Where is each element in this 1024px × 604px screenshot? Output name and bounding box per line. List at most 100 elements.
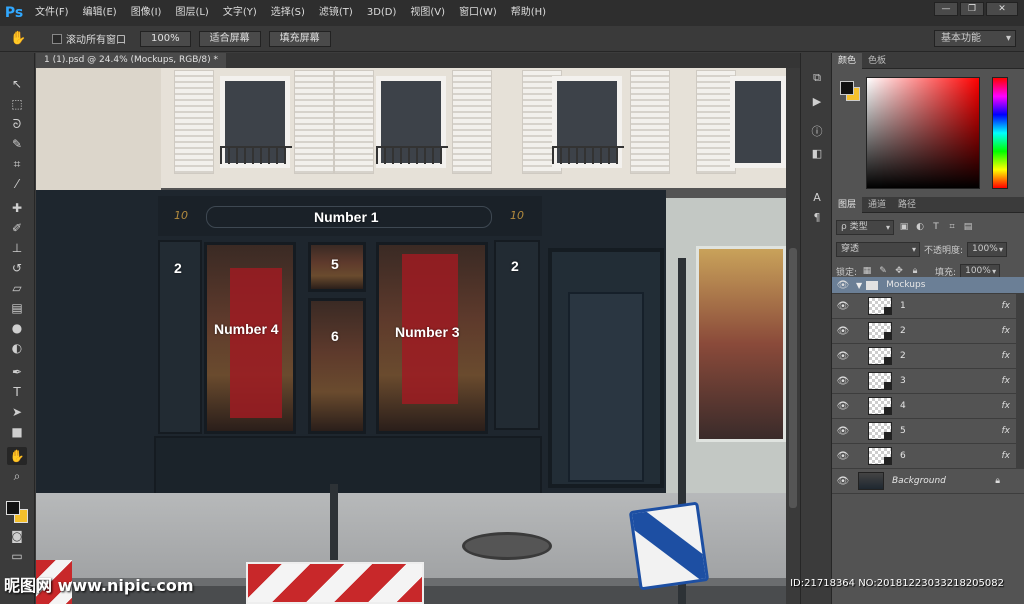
menu-help[interactable]: 帮助(H) <box>504 0 553 26</box>
menu-edit[interactable]: 编辑(E) <box>76 0 124 26</box>
menu-view[interactable]: 视图(V) <box>403 0 452 26</box>
history-brush-tool-icon[interactable]: ↺ <box>7 259 27 277</box>
hand-tool-icon[interactable]: ✋ <box>10 31 36 46</box>
document-tab[interactable]: 1 (1).psd @ 24.4% (Mockups, RGB/8) * <box>36 53 227 68</box>
blur-tool-icon[interactable]: ● <box>7 319 27 337</box>
history-panel-icon[interactable]: ⧉ <box>808 71 826 87</box>
workspace-select[interactable]: 基本功能 <box>934 30 1016 47</box>
menu-filter[interactable]: 滤镜(T) <box>312 0 360 26</box>
opacity-input[interactable]: 100% <box>967 241 1008 257</box>
menu-window[interactable]: 窗口(W) <box>452 0 504 26</box>
scroll-all-checkbox[interactable] <box>52 33 62 44</box>
gradient-tool-icon[interactable]: ▤ <box>7 299 27 317</box>
fx-icon[interactable]: fx <box>1002 301 1011 311</box>
blend-mode-select[interactable]: 穿透 <box>836 241 920 257</box>
fx-icon[interactable]: fx <box>1002 326 1011 336</box>
document-canvas[interactable]: 10 10 Number 1 2 2 5 Number 4 6 Number 3 <box>36 68 786 604</box>
layer-filter-select[interactable]: ρ 类型 <box>836 219 894 235</box>
visibility-eye-icon[interactable]: 👁︎ <box>832 426 854 437</box>
filter-pixel-icon[interactable]: ▣ <box>898 222 910 232</box>
fx-icon[interactable]: fx <box>1002 426 1011 436</box>
layer-group-mockups[interactable]: 👁︎ ▼ Mockups <box>832 277 1024 294</box>
visibility-eye-icon[interactable]: 👁︎ <box>832 376 854 387</box>
screen-mode-icon[interactable]: ▭ <box>7 547 27 565</box>
menu-3d[interactable]: 3D(D) <box>360 0 404 26</box>
tab-color[interactable]: 颜色 <box>832 52 863 69</box>
menu-image[interactable]: 图像(I) <box>124 0 169 26</box>
type-tool-icon[interactable]: T <box>7 383 27 401</box>
tab-layers[interactable]: 图层 <box>832 196 863 213</box>
layer-row[interactable]: 👁︎ 6 fx <box>832 444 1024 469</box>
layer-row[interactable]: 👁︎ 3 fx <box>832 369 1024 394</box>
dodge-tool-icon[interactable]: ◐ <box>7 339 27 357</box>
eyedropper-tool-icon[interactable]: ⁄ <box>7 175 27 193</box>
menu-type[interactable]: 文字(Y) <box>216 0 264 26</box>
character-panel-icon[interactable]: A <box>808 191 826 207</box>
lock-all-icon[interactable]: 🔒︎ <box>909 266 921 276</box>
hand-tool-panel-icon[interactable]: ✋ <box>7 447 27 465</box>
fill-screen-button[interactable]: 填充屏幕 <box>268 30 331 47</box>
quick-mask-icon[interactable]: ◙ <box>7 527 27 545</box>
lock-position-icon[interactable]: ✥ <box>893 266 905 276</box>
visibility-eye-icon[interactable]: 👁︎ <box>832 351 854 362</box>
visibility-eye-icon[interactable]: 👁︎ <box>832 401 854 412</box>
color-spectrum-field[interactable] <box>866 77 980 189</box>
actions-panel-icon[interactable]: ▶ <box>808 95 826 111</box>
filter-smart-icon[interactable]: ▤ <box>962 222 974 232</box>
filter-shape-icon[interactable]: ⌗ <box>946 222 958 232</box>
close-button[interactable]: ✕ <box>986 2 1018 16</box>
path-select-tool-icon[interactable]: ➤ <box>7 403 27 421</box>
layer-row[interactable]: 👁︎ 2 fx <box>832 344 1024 369</box>
canvas-vertical-scrollbar[interactable] <box>786 68 800 604</box>
visibility-eye-icon[interactable]: 👁︎ <box>832 451 854 462</box>
move-tool-icon[interactable]: ↖ <box>7 75 27 93</box>
fx-icon[interactable]: fx <box>1002 401 1011 411</box>
visibility-eye-icon[interactable]: 👁︎ <box>832 280 854 291</box>
menu-layer[interactable]: 图层(L) <box>168 0 215 26</box>
brush-tool-icon[interactable]: ✐ <box>7 219 27 237</box>
layer-row[interactable]: 👁︎ 1 fx <box>832 294 1024 319</box>
pen-tool-icon[interactable]: ✒ <box>7 363 27 381</box>
zoom-100-button[interactable]: 100% <box>140 30 191 47</box>
filter-adjust-icon[interactable]: ◐ <box>914 222 926 232</box>
eraser-tool-icon[interactable]: ▱ <box>7 279 27 297</box>
restore-button[interactable]: ❐ <box>960 2 984 16</box>
layer-row[interactable]: 👁︎ 5 fx <box>832 419 1024 444</box>
chevron-down-icon[interactable]: ▼ <box>856 281 862 290</box>
zoom-tool-icon[interactable]: ⌕ <box>7 467 27 485</box>
layer-row[interactable]: 👁︎ 4 fx <box>832 394 1024 419</box>
color-panel-foreground-swatch[interactable] <box>840 81 854 95</box>
info-panel-icon[interactable]: ⓘ <box>808 123 826 139</box>
quick-select-tool-icon[interactable]: ✎ <box>7 135 27 153</box>
healing-brush-tool-icon[interactable]: ✚ <box>7 199 27 217</box>
minimize-button[interactable]: — <box>934 2 958 16</box>
layer-row-background[interactable]: 👁︎ Background 🔒︎ <box>832 469 1024 494</box>
fit-screen-button[interactable]: 适合屏幕 <box>198 30 261 47</box>
tab-channels[interactable]: 通道 <box>862 197 892 213</box>
marquee-tool-icon[interactable]: ⬚ <box>7 95 27 113</box>
lock-transparency-icon[interactable]: ▦ <box>861 266 873 276</box>
layer-row[interactable]: 👁︎ 2 fx <box>832 319 1024 344</box>
fx-icon[interactable]: fx <box>1002 351 1011 361</box>
tab-swatches[interactable]: 色板 <box>862 53 892 69</box>
lasso-tool-icon[interactable]: ᘐ <box>7 115 27 133</box>
fx-icon[interactable]: fx <box>1002 376 1011 386</box>
adjustments-panel-icon[interactable]: ◧ <box>808 147 826 163</box>
menu-select[interactable]: 选择(S) <box>264 0 312 26</box>
visibility-eye-icon[interactable]: 👁︎ <box>832 301 854 312</box>
tab-paths[interactable]: 路径 <box>892 197 922 213</box>
fx-icon[interactable]: fx <box>1002 451 1011 461</box>
bollard <box>330 484 338 560</box>
visibility-eye-icon[interactable]: 👁︎ <box>832 476 854 487</box>
clone-stamp-tool-icon[interactable]: ⊥ <box>7 239 27 257</box>
shape-tool-icon[interactable]: ■ <box>7 423 27 441</box>
visibility-eye-icon[interactable]: 👁︎ <box>832 326 854 337</box>
paragraph-panel-icon[interactable]: ¶ <box>808 211 826 227</box>
foreground-color-swatch[interactable] <box>6 501 20 515</box>
lock-pixels-icon[interactable]: ✎ <box>877 266 889 276</box>
menu-file[interactable]: 文件(F) <box>28 0 76 26</box>
hue-slider[interactable] <box>992 77 1008 189</box>
crop-tool-icon[interactable]: ⌗ <box>7 155 27 173</box>
filter-type-icon[interactable]: T <box>930 222 942 232</box>
scrollbar-thumb[interactable] <box>789 248 797 508</box>
